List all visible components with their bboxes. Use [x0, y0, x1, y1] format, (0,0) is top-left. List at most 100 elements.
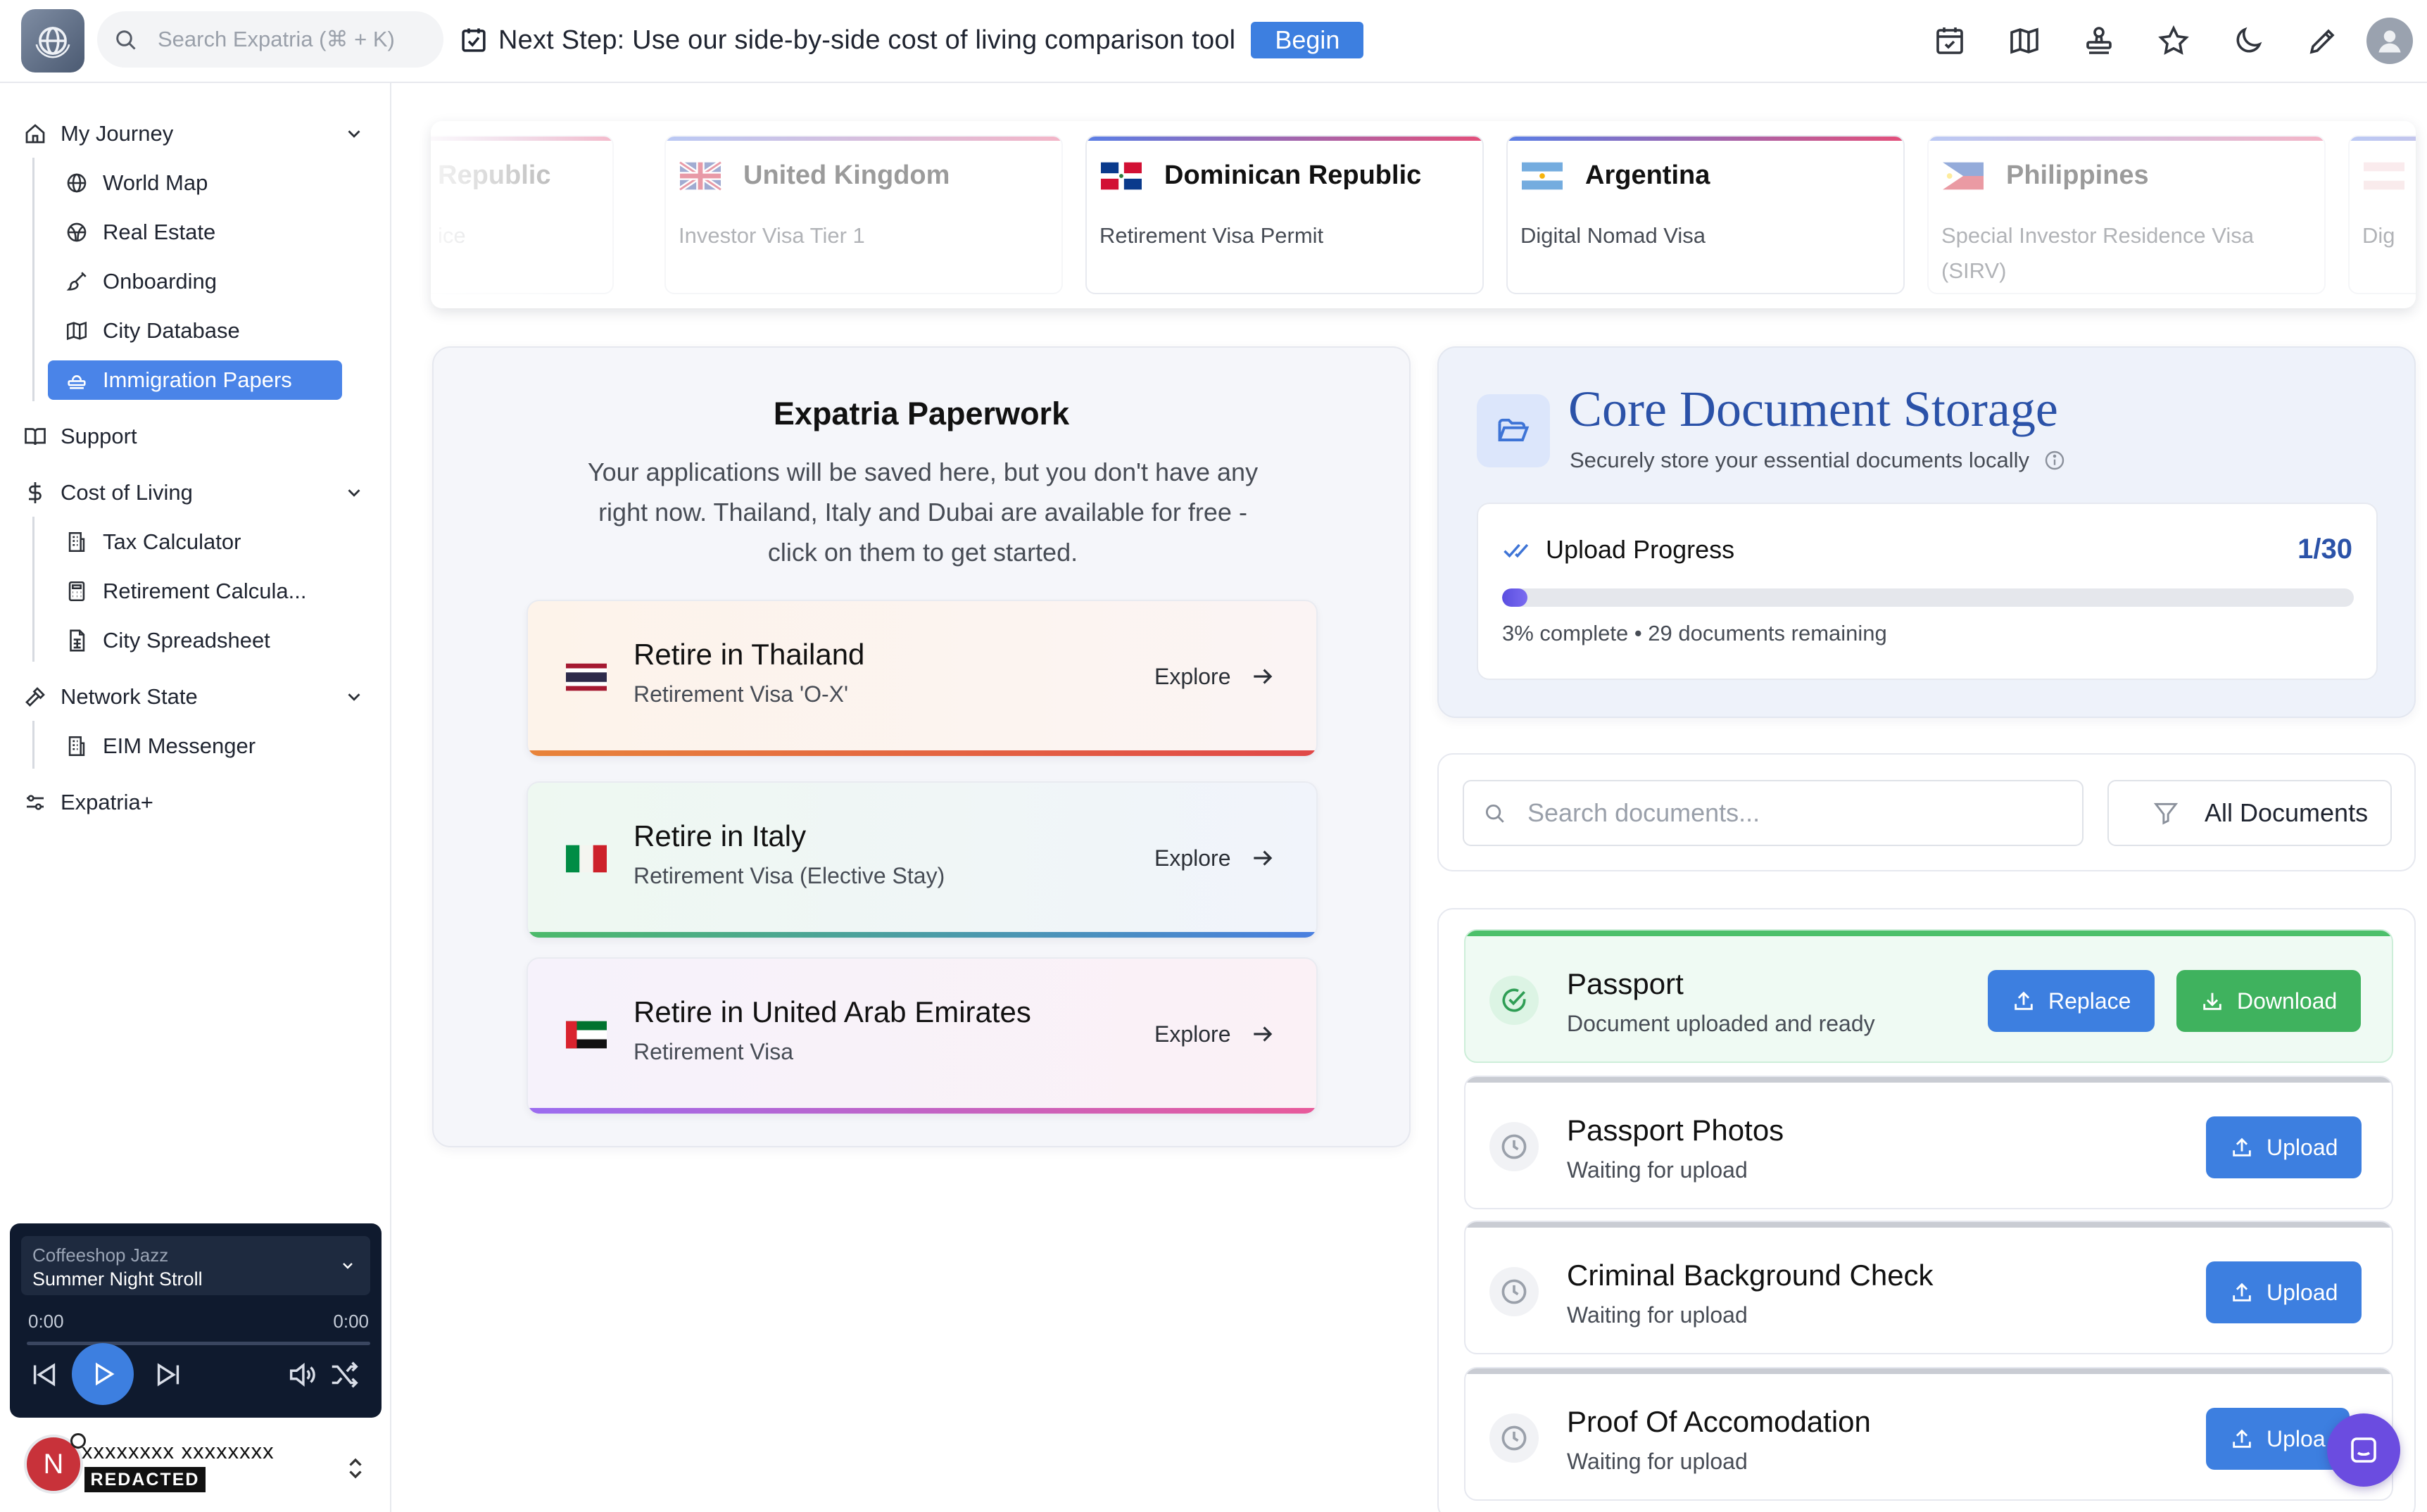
- expatria-logo[interactable]: [21, 9, 84, 73]
- card-accent-stripe: [2350, 137, 2416, 141]
- document-status: Waiting for upload: [1567, 1157, 1748, 1183]
- visa-country: Republic: [438, 160, 551, 190]
- visa-card[interactable]: Dominican Republic Retirement Visa Permi…: [1085, 135, 1484, 294]
- chevron-down-icon[interactable]: [343, 123, 365, 144]
- moon-icon[interactable]: [2231, 24, 2265, 58]
- globe-emblem-icon: [31, 19, 75, 63]
- nav-tree-line: [32, 517, 34, 662]
- chevron-down-icon[interactable]: [339, 1257, 356, 1274]
- document-filter-select[interactable]: All Documents: [2107, 780, 2392, 846]
- arrow-right-icon: [1249, 1021, 1276, 1047]
- search-icon: [113, 27, 138, 52]
- visa-card[interactable]: Dig: [2348, 135, 2416, 294]
- explore-link[interactable]: Explore: [1154, 663, 1276, 690]
- document-status-line: [1465, 1368, 2392, 1374]
- sidebar-item-label: Support: [61, 424, 137, 448]
- visa-card[interactable]: United Kingdom Investor Visa Tier 1: [664, 135, 1063, 294]
- sidebar-item-onboarding[interactable]: Onboarding: [48, 262, 217, 301]
- document-status: Document uploaded and ready: [1567, 1011, 1875, 1036]
- visa-card[interactable]: Republic ice: [431, 135, 614, 294]
- storage-subtitle-text: Securely store your essential documents …: [1570, 448, 2030, 472]
- visa-carousel[interactable]: Republic ice United Kingdom Investor Vis…: [431, 121, 2416, 308]
- upload-progress-status: 3% complete • 29 documents remaining: [1502, 621, 1887, 645]
- upload-label: Upload: [2267, 1279, 2338, 1305]
- paperwork-title: Expatria Paperwork: [773, 396, 1070, 431]
- retire-thailand-card[interactable]: Retire in Thailand Retirement Visa 'O-X'…: [527, 600, 1318, 757]
- explore-link[interactable]: Explore: [1154, 845, 1276, 871]
- document-search-bar: All Documents: [1437, 753, 2416, 871]
- shuffle-icon[interactable]: [328, 1359, 360, 1391]
- user-avatar-icon[interactable]: [2366, 18, 2413, 64]
- volume-icon[interactable]: [286, 1359, 318, 1391]
- sidebar-section-cost-of-living[interactable]: Cost of Living: [23, 473, 374, 512]
- visa-type: Digital Nomad Visa: [1520, 223, 1706, 248]
- star-icon[interactable]: [2157, 24, 2190, 58]
- download-button[interactable]: Download: [2176, 970, 2362, 1032]
- building-icon: [65, 530, 89, 554]
- sidebar-item-world-map[interactable]: World Map: [48, 163, 208, 203]
- sheet-icon: [65, 629, 89, 653]
- global-search-input[interactable]: [158, 27, 425, 52]
- chat-icon: [2347, 1433, 2381, 1467]
- document-search[interactable]: [1463, 780, 2084, 846]
- building-icon: [65, 734, 89, 758]
- begin-button[interactable]: Begin: [1251, 22, 1364, 58]
- document-status-line: [1465, 1077, 2392, 1083]
- sidebar-item-city-database[interactable]: City Database: [48, 311, 240, 351]
- pencil-icon[interactable]: [2306, 24, 2340, 58]
- sidebar-section-my-journey[interactable]: My Journey: [23, 114, 374, 153]
- calendar-check-icon[interactable]: [1933, 24, 1967, 58]
- upload-button[interactable]: Upload: [2206, 1261, 2362, 1323]
- sidebar-section-label: My Journey: [61, 121, 174, 146]
- brush-icon: [65, 270, 89, 294]
- sidebar-item-city-spreadsheet[interactable]: City Spreadsheet: [48, 621, 270, 660]
- retire-card-visa: Retirement Visa: [633, 1039, 794, 1064]
- retire-italy-card[interactable]: Retire in Italy Retirement Visa (Electiv…: [527, 781, 1318, 939]
- calculator-icon: [65, 579, 89, 603]
- chevron-up-down-icon[interactable]: [345, 1456, 366, 1481]
- sidebar-item-retirement-calculator[interactable]: Retirement Calcula...: [48, 572, 306, 611]
- global-search[interactable]: [97, 11, 443, 68]
- upload-button[interactable]: Upload: [2206, 1116, 2362, 1178]
- replace-button[interactable]: Replace: [1988, 970, 2155, 1032]
- retire-card-title: Retire in United Arab Emirates: [633, 995, 1031, 1028]
- play-button[interactable]: [72, 1343, 134, 1405]
- sidebar-item-tax-calculator[interactable]: Tax Calculator: [48, 522, 241, 562]
- stamp-icon[interactable]: [2082, 24, 2116, 58]
- player-progress-bar[interactable]: [27, 1342, 370, 1345]
- explore-link[interactable]: Explore: [1154, 1021, 1276, 1047]
- storage-icon-box: [1477, 394, 1550, 467]
- retire-card-visa: Retirement Visa (Elective Stay): [633, 863, 945, 888]
- argentina-flag-icon: [1522, 162, 1563, 190]
- card-accent-bar: [528, 932, 1316, 938]
- download-icon: [2200, 989, 2224, 1013]
- sidebar-section-network-state[interactable]: Network State: [23, 677, 374, 717]
- upload-button[interactable]: Uploa: [2206, 1408, 2350, 1470]
- thailand-flag-icon: [566, 663, 607, 691]
- globe-icon: [65, 171, 89, 195]
- card-accent-stripe: [1929, 137, 2324, 141]
- document-search-input[interactable]: [1527, 798, 2062, 828]
- nav-tree-line: [32, 158, 34, 401]
- sidebar-item-eim-messenger[interactable]: EIM Messenger: [48, 726, 256, 766]
- document-item-proof-of-accomodation: Proof Of Accomodation Waiting for upload…: [1464, 1367, 2393, 1501]
- visa-type: Retirement Visa Permit: [1099, 223, 1324, 248]
- map-icon[interactable]: [2007, 24, 2041, 58]
- retire-uae-card[interactable]: Retire in United Arab Emirates Retiremen…: [527, 957, 1318, 1115]
- checkbox-calendar-icon: [459, 25, 488, 55]
- info-icon[interactable]: [2043, 449, 2066, 472]
- sidebar-item-support[interactable]: Support: [23, 417, 137, 456]
- next-step-banner: Next Step: Use our side-by-side cost of …: [459, 15, 1364, 65]
- visa-card[interactable]: Argentina Digital Nomad Visa: [1506, 135, 1905, 294]
- chat-launcher-button[interactable]: [2327, 1413, 2400, 1487]
- visa-type: Investor Visa Tier 1: [679, 223, 865, 248]
- visa-card[interactable]: Philippines Special Investor Residence V…: [1927, 135, 2326, 294]
- chevron-down-icon[interactable]: [343, 482, 365, 503]
- sidebar-item-real-estate[interactable]: Real Estate: [48, 213, 215, 252]
- skip-back-icon[interactable]: [28, 1359, 61, 1391]
- arrow-right-icon: [1249, 663, 1276, 690]
- chevron-down-icon[interactable]: [343, 686, 365, 707]
- sidebar-item-expatria-plus[interactable]: Expatria+: [23, 783, 153, 822]
- skip-forward-icon[interactable]: [152, 1359, 184, 1391]
- sidebar-item-immigration-papers[interactable]: Immigration Papers: [48, 360, 342, 400]
